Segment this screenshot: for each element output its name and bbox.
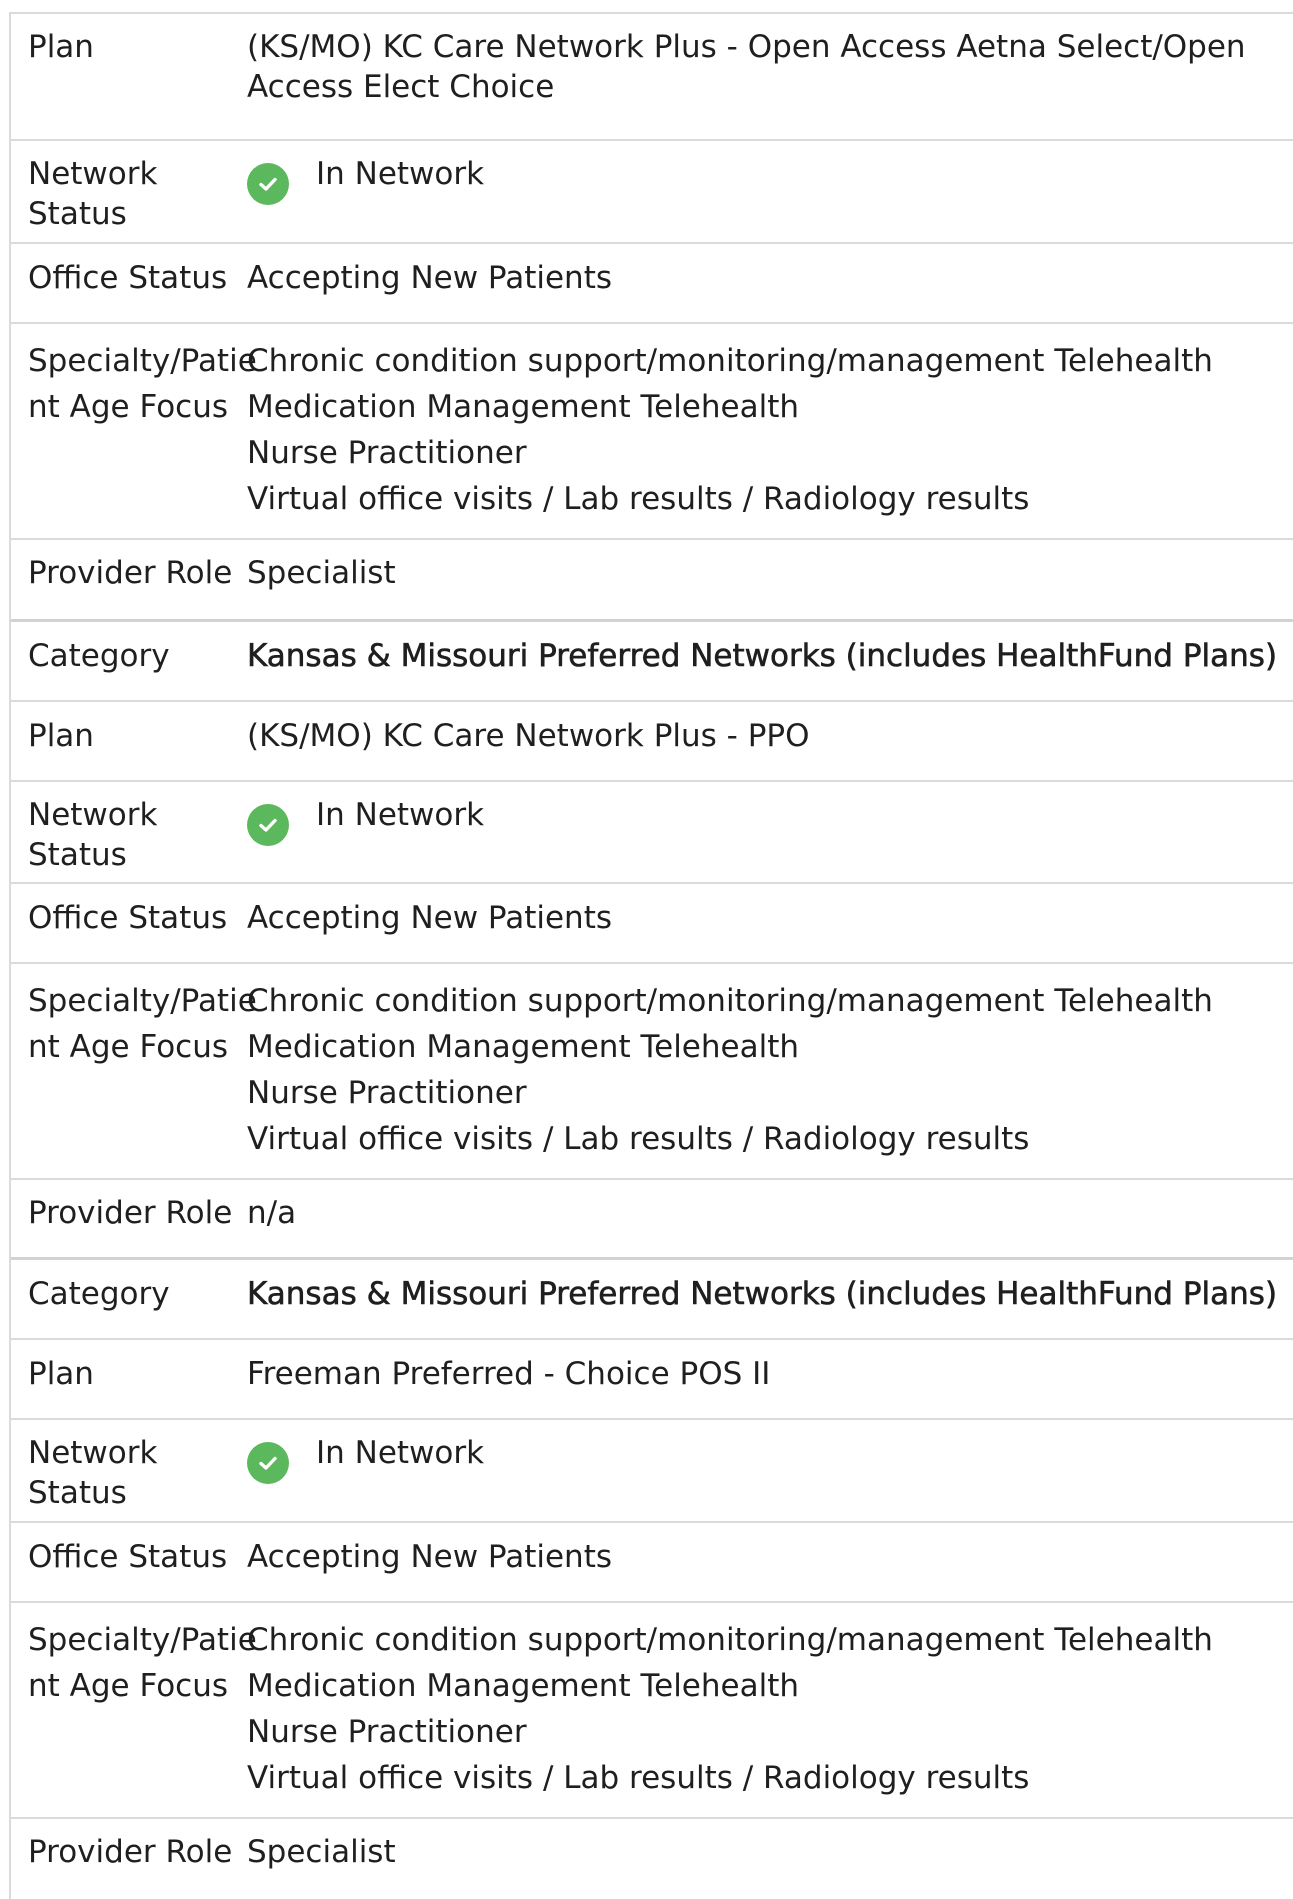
specialty-label: Specialty/Patie nt Age Focus [11,339,257,538]
network-status-value: In Network [247,155,1293,242]
network-status-label: Network Status [28,797,158,873]
check-circle-icon [247,163,289,205]
network-status-text: In Network [316,797,485,833]
network-status-text: In Network [316,1435,485,1471]
plan-value: (KS/MO) KC Care Network Plus - PPO [247,718,810,754]
provider-role-value: n/a [247,1195,297,1231]
provider-role-row: Provider Role Specialist [11,1819,1293,1899]
specialty-label-line: Specialty/Patie [28,343,257,379]
office-status-value: Accepting New Patients [247,260,613,296]
network-status-label: Network Status [28,156,158,232]
specialty-item: Medication Management Telehealth [247,1028,800,1065]
network-status-value: In Network [247,1434,1293,1521]
specialty-value: Chronic condition support/monitoring/man… [247,979,1293,1178]
specialty-item: Nurse Practitioner [247,434,527,471]
check-circle-icon [247,1442,289,1484]
specialty-item: Medication Management Telehealth [247,388,800,425]
provider-role-value: Specialist [247,1834,396,1870]
check-circle-icon [247,804,289,846]
specialty-item: Medication Management Telehealth [247,1667,800,1704]
plan-value-line: Access Elect Choice [247,68,555,105]
specialty-label-line: Specialty/Patie [28,1622,257,1658]
network-status-row: Network Status In Network [11,782,1293,884]
provider-role-value: Specialist [247,555,396,591]
specialty-row: Specialty/Patie nt Age Focus Chronic con… [11,1603,1293,1819]
plan-label: Plan [28,1356,94,1392]
specialty-label: Specialty/Patie nt Age Focus [11,1618,257,1817]
specialty-item: Chronic condition support/monitoring/man… [247,1622,1213,1658]
category-value: Kansas & Missouri Preferred Networks (in… [247,1276,1278,1313]
office-status-value: Accepting New Patients [247,900,613,936]
specialty-label-line: Specialty/Patie [28,983,257,1019]
plan-row: Plan (KS/MO) KC Care Network Plus - PPO [11,702,1293,782]
provider-role-row: Provider Role n/a [11,1180,1293,1260]
office-status-row: Office Status Accepting New Patients [11,1523,1293,1603]
provider-role-label: Provider Role [28,1834,233,1870]
specialty-item: Chronic condition support/monitoring/man… [247,983,1213,1019]
provider-role-label: Provider Role [28,1195,233,1231]
category-row: Category Kansas & Missouri Preferred Net… [11,1260,1293,1340]
office-status-row: Office Status Accepting New Patients [11,884,1293,964]
network-status-label: Network Status [28,1435,158,1511]
specialty-item: Nurse Practitioner [247,1713,527,1750]
specialty-item: Chronic condition support/monitoring/man… [247,343,1213,379]
network-status-row: Network Status In Network [11,1420,1293,1523]
office-status-label: Office Status [28,1539,228,1575]
specialty-item: Nurse Practitioner [247,1074,527,1111]
specialty-item: Virtual office visits / Lab results / Ra… [247,1120,1030,1157]
specialty-label-line: nt Age Focus [28,388,229,425]
office-status-row: Office Status Accepting New Patients [11,244,1293,324]
plan-label: Plan [28,29,94,65]
specialty-value: Chronic condition support/monitoring/man… [247,1618,1293,1817]
category-value: Kansas & Missouri Preferred Networks (in… [247,638,1278,675]
provider-role-label: Provider Role [28,555,233,591]
plan-row: Plan Freeman Preferred - Choice POS II [11,1340,1293,1420]
specialty-item: Virtual office visits / Lab results / Ra… [247,480,1030,517]
plan-row: Plan (KS/MO) KC Care Network Plus - Open… [11,14,1293,141]
plan-label: Plan [28,718,94,754]
provider-role-row: Provider Role Specialist [11,540,1293,622]
plan-value-line: (KS/MO) KC Care Network Plus - Open Acce… [247,29,1246,65]
category-label: Category [28,1276,170,1312]
specialty-item: Virtual office visits / Lab results / Ra… [247,1759,1030,1796]
category-row: Category Kansas & Missouri Preferred Net… [11,622,1293,702]
specialty-row: Specialty/Patie nt Age Focus Chronic con… [11,964,1293,1180]
plan-value: Freeman Preferred - Choice POS II [247,1356,771,1392]
specialty-label-line: nt Age Focus [28,1028,229,1065]
network-status-row: Network Status In Network [11,141,1293,244]
specialty-row: Specialty/Patie nt Age Focus Chronic con… [11,324,1293,540]
office-status-value: Accepting New Patients [247,1539,613,1575]
specialty-value: Chronic condition support/monitoring/man… [247,339,1293,538]
plan-value: (KS/MO) KC Care Network Plus - Open Acce… [247,28,1293,139]
specialty-label-line: nt Age Focus [28,1667,229,1704]
office-status-label: Office Status [28,260,228,296]
specialty-label: Specialty/Patie nt Age Focus [11,979,257,1178]
network-status-text: In Network [316,156,485,192]
provider-network-table: Plan (KS/MO) KC Care Network Plus - Open… [9,12,1293,1899]
office-status-label: Office Status [28,900,228,936]
category-label: Category [28,638,170,674]
network-status-value: In Network [247,796,1293,882]
